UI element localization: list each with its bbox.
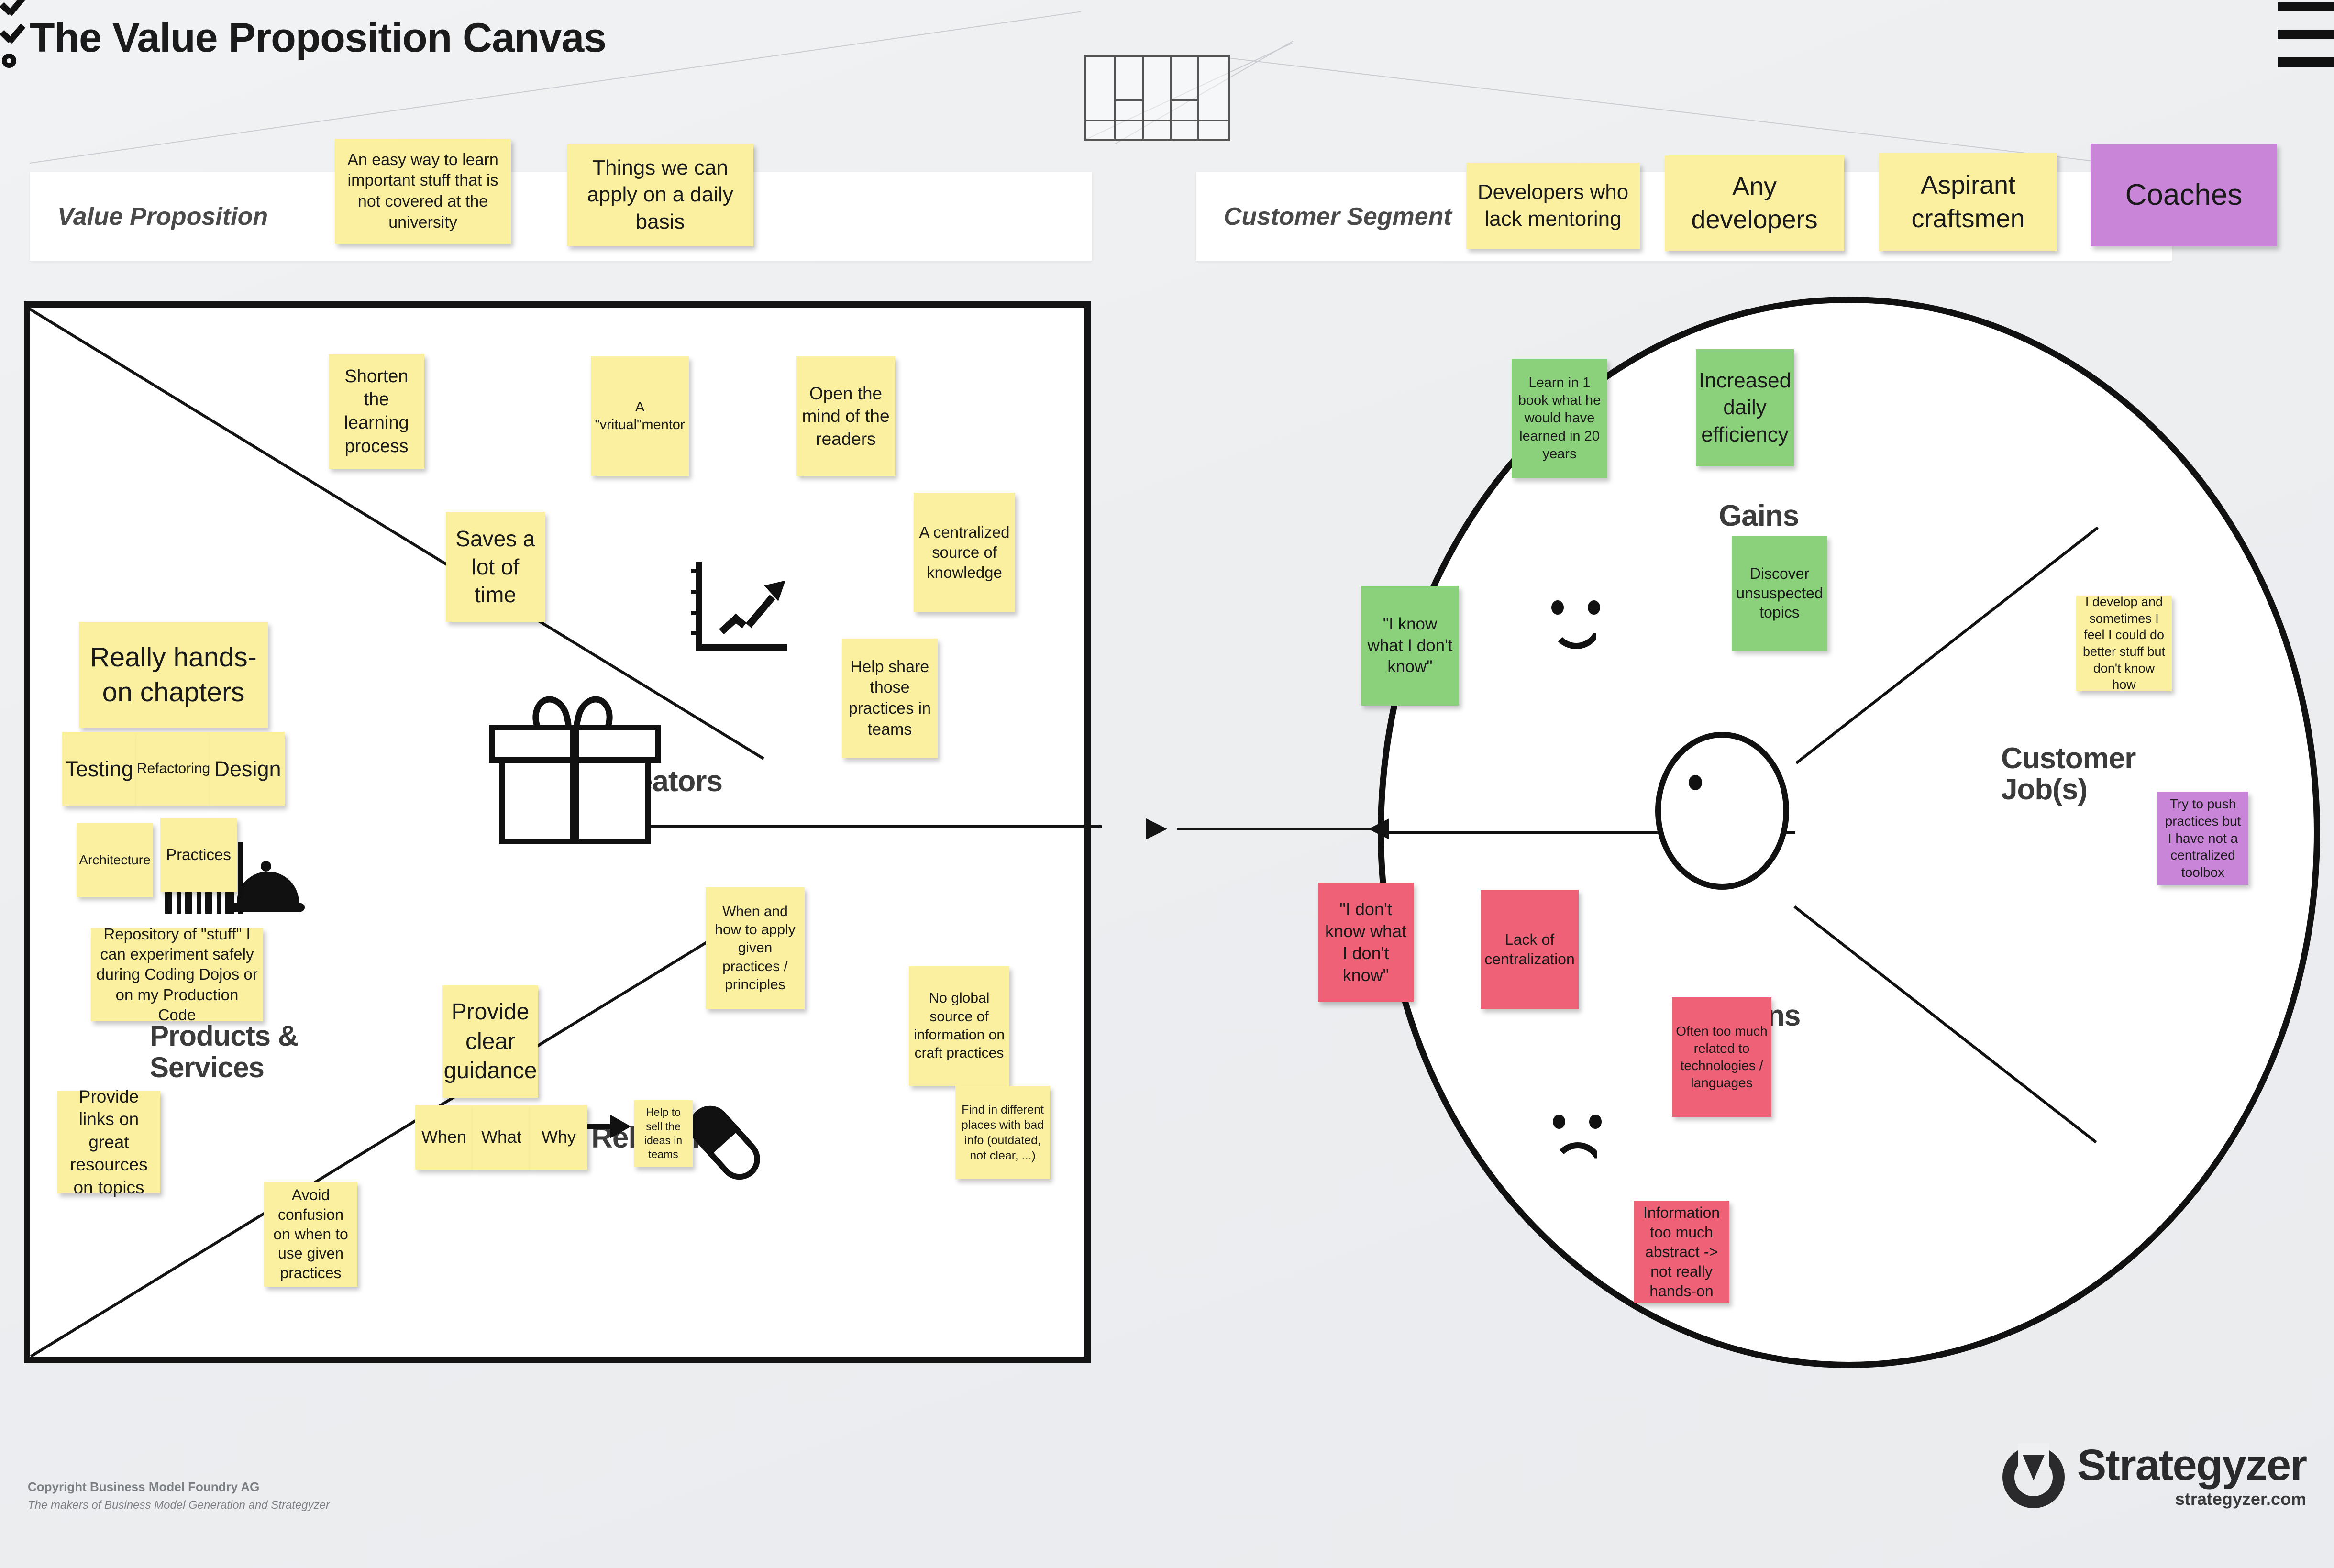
- gain-note[interactable]: Increased daily efficiency: [1696, 349, 1794, 466]
- logo-domain: strategyzer.com: [2175, 1489, 2306, 1509]
- pain-note[interactable]: Information too much abstract -> not rea…: [1634, 1201, 1729, 1303]
- copyright-line-1: Copyright Business Model Foundry AG: [28, 1480, 260, 1494]
- header-cs-note[interactable]: Aspirant craftsmen: [1879, 153, 2057, 251]
- pain-reliever-note[interactable]: Provide clear guidance: [442, 985, 538, 1098]
- pain-reliever-note[interactable]: When and how to apply given practices / …: [706, 887, 805, 1009]
- header-cs-note[interactable]: Any developers: [1665, 155, 1844, 251]
- product-service-note[interactable]: Refactoring: [136, 732, 210, 806]
- pain-reliever-note[interactable]: Avoid confusion on when to use given pra…: [264, 1182, 357, 1287]
- pain-note[interactable]: "I don't know what I don't know": [1318, 883, 1414, 1002]
- gain-note[interactable]: "I know what I don't know": [1361, 586, 1459, 706]
- pain-reliever-note[interactable]: Why: [530, 1105, 587, 1170]
- customer-job-note[interactable]: Try to push practices but I have not a c…: [2157, 792, 2248, 885]
- pain-note[interactable]: Often too much related to technologies /…: [1672, 997, 1771, 1117]
- product-service-note[interactable]: Really hands-on chapters: [79, 622, 268, 728]
- vp-to-cs-arrow: [1177, 828, 1378, 830]
- arrowhead-right: [1146, 818, 1167, 839]
- logo-wordmark: Strategyzer: [2077, 1441, 2307, 1490]
- pill-icon: [681, 1095, 781, 1188]
- value-proposition-canvas: The Value Proposition Canvas Value Propo…: [0, 0, 2334, 1568]
- circle-spoke-lower: [1793, 905, 2097, 1144]
- gain-creator-note[interactable]: A centralized source of knowledge: [914, 493, 1015, 612]
- header-cs-note[interactable]: Coaches: [2091, 144, 2277, 246]
- page-title: The Value Proposition Canvas: [30, 15, 607, 61]
- gain-note[interactable]: Learn in 1 book what he would have learn…: [1512, 359, 1607, 478]
- product-service-note[interactable]: Design: [210, 732, 285, 806]
- frowny-face-icon: [1539, 1115, 1616, 1167]
- gift-box-icon: [489, 692, 661, 844]
- section-title-customer-jobs: Customer Job(s): [2001, 742, 2136, 806]
- product-service-note[interactable]: Architecture: [77, 823, 153, 897]
- header-vp-note[interactable]: Things we can apply on a daily basis: [567, 144, 753, 246]
- vp-connector-line: [642, 825, 1102, 828]
- strategyzer-mark-icon: [2002, 1443, 2065, 1508]
- product-service-note[interactable]: Provide links on great resources on topi…: [57, 1087, 160, 1197]
- customer-job-note[interactable]: I develop and sometimes I feel I could d…: [2076, 595, 2172, 692]
- gain-creator-note[interactable]: Help share those practices in teams: [842, 639, 938, 758]
- copyright-text: Copyright Business Model Foundry AG The …: [28, 1477, 330, 1514]
- product-service-note[interactable]: Repository of "stuff" I can experiment s…: [91, 925, 263, 1024]
- product-service-note[interactable]: Testing: [62, 732, 136, 806]
- value-proposition-label: Value Proposition: [57, 202, 268, 231]
- pain-reliever-note[interactable]: What: [473, 1105, 530, 1170]
- pain-reliever-note[interactable]: When: [415, 1105, 473, 1170]
- gain-note[interactable]: Discover unsuspected topics: [1732, 536, 1827, 651]
- pain-reliever-note[interactable]: Help to sell the ideas in teams: [634, 1100, 693, 1167]
- business-model-canvas-glyph: [1084, 55, 1230, 141]
- pain-note[interactable]: Lack of centralization: [1481, 890, 1579, 1009]
- value-proposition-header-bar: Value Proposition: [30, 172, 1092, 261]
- section-title-products-services: Products & Services: [150, 1020, 299, 1083]
- gain-creator-note[interactable]: Shorten the learning process: [329, 354, 424, 469]
- section-title-gains: Gains: [1719, 499, 1799, 532]
- growth-chart-icon: [691, 562, 793, 651]
- product-service-note[interactable]: Practices: [160, 818, 237, 892]
- customer-segment-label: Customer Segment: [1224, 202, 1452, 231]
- arrowhead-left: [1368, 818, 1389, 839]
- circle-spoke-upper: [1795, 526, 2099, 764]
- gain-creator-note[interactable]: Saves a lot of time: [446, 512, 545, 622]
- gain-creator-note[interactable]: Open the mind of the readers: [796, 356, 895, 476]
- customer-head-icon: [1655, 732, 1789, 890]
- copyright-line-2: The makers of Business Model Generation …: [28, 1499, 330, 1512]
- header-cs-note[interactable]: Developers who lack mentoring: [1466, 163, 1640, 249]
- pain-reliever-note[interactable]: No global source of information on craft…: [909, 966, 1009, 1086]
- gain-creator-note[interactable]: A "vritual"mentor: [591, 356, 689, 476]
- smiley-face-icon: [1538, 600, 1615, 653]
- pain-reliever-note[interactable]: Find in different places with bad info (…: [955, 1086, 1050, 1179]
- header-vp-note[interactable]: An easy way to learn important stuff tha…: [335, 139, 511, 244]
- strategyzer-logo: Strategyzer strategyzer.com: [2002, 1441, 2307, 1509]
